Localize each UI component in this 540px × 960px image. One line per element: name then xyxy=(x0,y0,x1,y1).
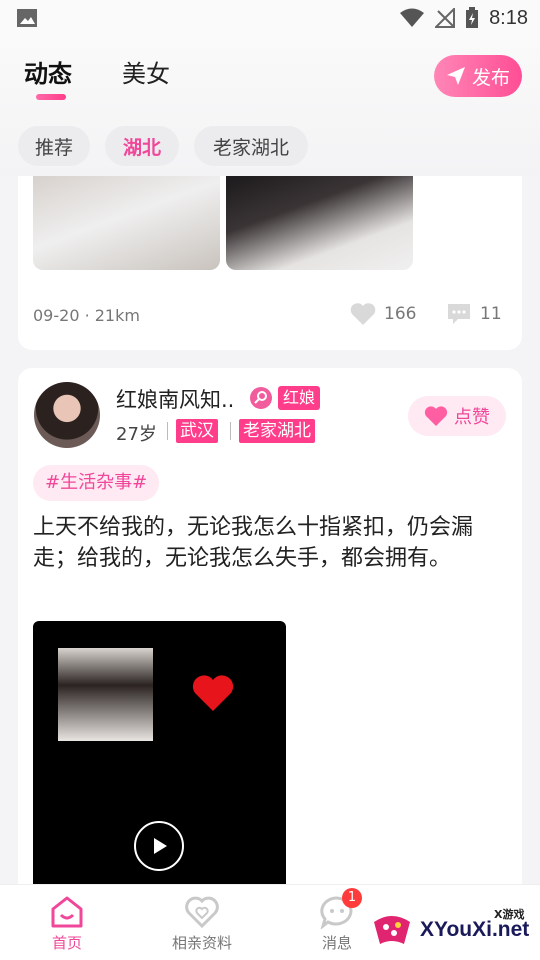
filter-recommended[interactable]: 推荐 xyxy=(18,126,90,166)
filter-hubei[interactable]: 湖北 xyxy=(105,126,179,166)
post-text: 上天不给我的，无论我怎么十指紧扣，仍会漏走；给我的，无论我怎么失手，都会拥有。 xyxy=(33,515,474,571)
like-label: 点赞 xyxy=(454,407,490,428)
message-badge: 1 xyxy=(342,888,362,908)
active-tab-indicator xyxy=(36,94,66,100)
heart-outline-icon xyxy=(185,896,219,929)
user-age: 27岁 xyxy=(116,424,157,445)
divider xyxy=(230,422,231,440)
post-card[interactable]: 红娘南风知.. 红娘 27岁 武汉 老家湖北 点赞 #生活杂事# 上天不给我的，… xyxy=(18,368,522,898)
nav-dating-profiles-label: 相亲资料 xyxy=(171,934,232,952)
like-count: 166 xyxy=(384,304,417,324)
like-button[interactable]: 点赞 xyxy=(408,396,506,436)
comment-icon xyxy=(448,304,470,324)
hometown-tag: 老家湖北 xyxy=(239,419,315,443)
city-tag: 武汉 xyxy=(176,419,218,443)
like-count-button[interactable]: 166 xyxy=(350,302,416,326)
battery-charging-icon xyxy=(466,7,479,28)
tab-moments[interactable]: 动态 xyxy=(24,54,72,89)
comment-count: 11 xyxy=(480,304,502,324)
post-meta: 09-20 · 21km xyxy=(33,306,140,325)
post-photo[interactable] xyxy=(33,176,220,270)
user-name[interactable]: 红娘南风知.. xyxy=(116,384,234,414)
video-thumbnail xyxy=(58,648,153,741)
watermark-logo-icon xyxy=(374,916,410,944)
send-icon xyxy=(446,67,465,85)
no-signal-icon xyxy=(435,8,456,28)
nav-dating-profiles[interactable]: 相亲资料 xyxy=(152,892,252,953)
nav-home-label: 首页 xyxy=(51,934,82,952)
tab-beauty[interactable]: 美女 xyxy=(122,54,170,89)
watermark: X游戏 XYouXi.net xyxy=(366,896,536,952)
nav-home[interactable]: 首页 xyxy=(17,892,117,953)
filter-hometown-hubei[interactable]: 老家湖北 xyxy=(194,126,308,166)
clock: 8:18 xyxy=(489,6,528,29)
home-icon xyxy=(51,896,83,928)
post-card[interactable]: 09-20 · 21km 166 11 xyxy=(18,176,522,350)
play-icon[interactable] xyxy=(134,821,184,871)
heart-icon xyxy=(424,406,448,426)
divider xyxy=(167,422,168,440)
heart-icon xyxy=(350,303,376,325)
post-video[interactable] xyxy=(33,621,286,898)
avatar[interactable] xyxy=(34,382,100,448)
comment-count-button[interactable]: 11 xyxy=(446,302,502,326)
matchmaker-badge: 红娘 xyxy=(278,386,321,410)
publish-button[interactable]: 发布 xyxy=(434,55,522,97)
matchmaker-verified-icon xyxy=(250,387,272,409)
image-notification-icon xyxy=(17,9,37,27)
status-bar: 8:18 xyxy=(0,0,540,36)
heart-emoji-icon xyxy=(192,675,234,711)
watermark-text: XYouXi.net xyxy=(420,918,530,941)
post-photo[interactable] xyxy=(226,176,413,270)
publish-label: 发布 xyxy=(471,66,510,89)
wifi-icon xyxy=(400,8,425,27)
topic-tag[interactable]: #生活杂事# xyxy=(33,465,160,501)
